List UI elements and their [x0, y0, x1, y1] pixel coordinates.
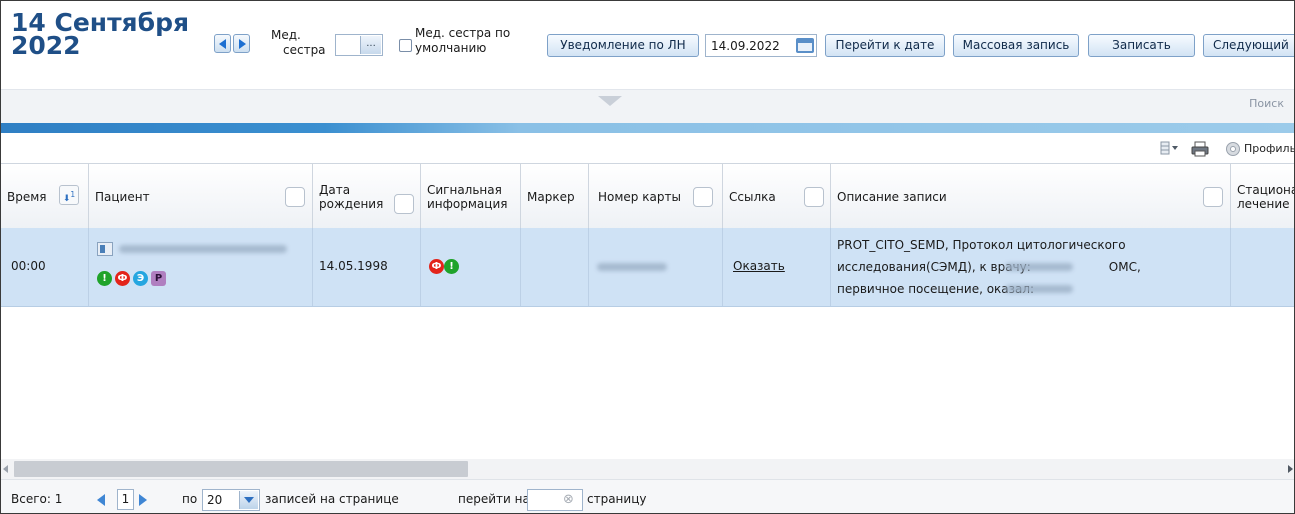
print-icon[interactable]	[1191, 141, 1209, 157]
default-nurse-checkbox[interactable]	[399, 39, 412, 52]
date-title-line2: 2022	[11, 31, 81, 60]
record-button[interactable]: Записать	[1088, 34, 1195, 57]
goto-date-button[interactable]: Перейти к дате	[825, 34, 945, 57]
header-divider	[1, 123, 1294, 133]
arrow-left-icon	[219, 39, 226, 49]
clear-icon[interactable]: ⊗	[563, 492, 574, 507]
scroll-left-icon[interactable]	[3, 465, 8, 473]
pagination: Всего: 1 1 по 20 записей на странице пер…	[1, 479, 1294, 513]
patient-card-icon[interactable]	[97, 242, 113, 256]
cell-signal: Ф !	[421, 228, 521, 306]
col-dob[interactable]: Дата рождения	[313, 164, 421, 229]
scroll-right-icon[interactable]	[1288, 465, 1293, 473]
chevron-down-icon[interactable]	[598, 96, 622, 106]
grid-toolbar: Профиль	[1, 133, 1294, 163]
warning-icon: !	[97, 271, 112, 286]
search-panel: Поиск	[1, 89, 1294, 124]
cell-time: 00:00	[1, 228, 89, 306]
provide-link[interactable]: Оказать	[733, 259, 785, 273]
profile-link[interactable]: Профиль	[1244, 142, 1294, 155]
goto-page-prefix: перейти на	[458, 492, 530, 506]
prev-page-icon[interactable]	[97, 494, 105, 506]
e-badge-icon: Э	[133, 271, 148, 286]
search-toggle[interactable]: Поиск	[1249, 97, 1284, 110]
filter-card[interactable]	[693, 187, 713, 207]
filter-description[interactable]	[1203, 187, 1223, 207]
arrow-right-icon	[239, 39, 246, 49]
col-description[interactable]: Описание записи	[831, 164, 1231, 229]
provider-name-redacted	[1005, 285, 1073, 293]
window: 14 Сентября 2022 Мед. сестра ... Мед. се…	[0, 0, 1295, 514]
col-signal[interactable]: Сигнальная информация	[421, 164, 521, 229]
col-patient[interactable]: Пациент	[89, 164, 313, 229]
col-card[interactable]: Номер карты	[589, 164, 723, 229]
chevron-down-icon[interactable]	[239, 491, 258, 509]
page-title: 14 Сентября 2022	[11, 10, 191, 60]
table-header: Время ⬇1 Пациент Дата рождения Сигнальная…	[1, 163, 1294, 230]
mass-record-button[interactable]: Массовая запись	[953, 34, 1079, 57]
total-count: Всего: 1	[11, 492, 63, 506]
scrollbar-thumb[interactable]	[14, 461, 468, 477]
r-badge-icon: Р	[151, 271, 166, 286]
next-page-icon[interactable]	[139, 494, 147, 506]
ellipsis-icon[interactable]: ...	[360, 36, 381, 54]
warning-icon: !	[444, 259, 459, 274]
nurse-picker[interactable]: ...	[335, 34, 383, 56]
cell-patient: ! Ф Э Р	[89, 228, 313, 306]
filter-link[interactable]	[804, 187, 824, 207]
per-page-prefix: по	[182, 492, 198, 506]
notify-ln-button[interactable]: Уведомление по ЛН	[547, 34, 699, 57]
nurse-label: Мед. сестра	[271, 28, 326, 57]
sort-asc-icon[interactable]: ⬇1	[59, 185, 79, 205]
date-input[interactable]: 14.09.2022	[705, 34, 817, 57]
per-page-select[interactable]: 20	[202, 489, 260, 511]
col-inpatient[interactable]: Стационарноелечение	[1231, 164, 1294, 229]
goto-page-suffix: страницу	[587, 492, 647, 506]
fluoro-icon: Ф	[115, 271, 130, 286]
cell-card	[589, 228, 723, 306]
fluoro-icon: Ф	[429, 259, 444, 274]
prev-day-button[interactable]	[214, 34, 231, 53]
default-nurse-label: Мед. сестра по умолчанию	[415, 26, 511, 55]
cell-description: PROT_CITO_SEMD, Протокол цитологического…	[831, 228, 1231, 306]
col-time[interactable]: Время ⬇1	[1, 164, 89, 229]
col-link[interactable]: Ссылка	[723, 164, 831, 229]
page-number[interactable]: 1	[117, 489, 134, 510]
gear-icon[interactable]	[1225, 141, 1241, 157]
per-page-suffix: записей на странице	[265, 492, 399, 506]
doctor-name-redacted	[1005, 263, 1073, 271]
card-number-redacted	[597, 263, 667, 271]
date-value: 14.09.2022	[711, 39, 780, 53]
table-row[interactable]: 00:00 ! Ф Э Р 14.05.1998 Ф ! Оказать PRO…	[1, 228, 1294, 307]
goto-page-input[interactable]: ⊗	[527, 489, 583, 511]
horizontal-scrollbar[interactable]	[1, 459, 1294, 479]
patient-name-redacted	[119, 245, 287, 253]
cell-link: Оказать	[723, 228, 831, 306]
next-button[interactable]: Следующий	[1203, 34, 1294, 57]
cell-dob: 14.05.1998	[313, 228, 421, 306]
cell-marker	[521, 228, 589, 306]
cell-inpatient	[1231, 228, 1294, 306]
filter-patient[interactable]	[285, 187, 305, 207]
next-day-button[interactable]	[233, 34, 250, 53]
col-marker[interactable]: Маркер	[521, 164, 589, 229]
filter-dob[interactable]	[394, 194, 414, 214]
columns-icon[interactable]	[1160, 141, 1180, 155]
calendar-icon[interactable]	[796, 38, 814, 53]
